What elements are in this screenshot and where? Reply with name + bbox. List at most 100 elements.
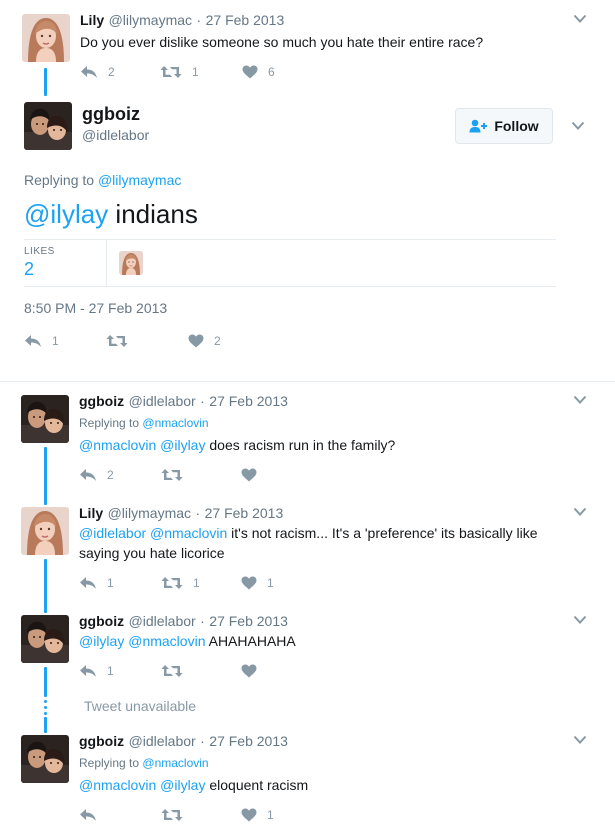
- mention-link[interactable]: @ilylay: [160, 437, 205, 453]
- author-name[interactable]: ggboiz: [82, 104, 140, 125]
- retweet-button[interactable]: 1: [160, 65, 242, 79]
- retweet-icon: [161, 576, 183, 590]
- author-name[interactable]: ggboiz: [79, 393, 124, 409]
- author-handle[interactable]: @idlelabor: [82, 127, 149, 143]
- separator: ·: [200, 733, 205, 749]
- retweet-icon: [161, 808, 183, 822]
- reply-count: 2: [107, 468, 114, 482]
- separator: ·: [200, 393, 205, 409]
- retweet-button[interactable]: [161, 808, 241, 822]
- chevron-down-icon[interactable]: [573, 735, 587, 745]
- author-name[interactable]: Lily: [79, 505, 103, 521]
- avatar[interactable]: [21, 735, 69, 783]
- retweet-button[interactable]: [161, 468, 241, 482]
- author-name[interactable]: ggboiz: [79, 733, 124, 749]
- author-name[interactable]: Lily: [80, 12, 104, 28]
- chevron-down-icon[interactable]: [573, 615, 587, 625]
- reply-count: 1: [107, 576, 114, 590]
- main-tweet-text: @ilylay indians: [24, 198, 198, 230]
- tweet-line-2: saying you hate licorice: [79, 545, 225, 561]
- tweet-actions: 1 2: [24, 331, 221, 351]
- tweet-body: AHAHAHAHA: [208, 633, 296, 649]
- tweet-date[interactable]: 27 Feb 2013: [209, 613, 288, 629]
- retweet-count: 1: [193, 576, 200, 590]
- reply-button[interactable]: 1: [79, 576, 161, 590]
- like-count: 6: [268, 65, 275, 79]
- tweet-date[interactable]: 27 Feb 2013: [206, 12, 285, 28]
- replying-mention[interactable]: @nmaclovin: [142, 756, 208, 770]
- like-button[interactable]: [241, 468, 257, 482]
- likes-label: LIKES: [24, 246, 55, 257]
- author-handle[interactable]: @lilymaymac: [108, 505, 191, 521]
- section-divider: [0, 381, 615, 382]
- thread-line: [44, 68, 47, 96]
- thread-dot: [44, 712, 47, 715]
- reply-icon: [80, 65, 98, 79]
- author-name[interactable]: ggboiz: [79, 613, 124, 629]
- author-handle[interactable]: @idlelabor: [129, 393, 196, 409]
- avatar[interactable]: [21, 507, 69, 555]
- tweet-text: indians: [115, 199, 198, 229]
- reply-button[interactable]: 2: [80, 65, 160, 79]
- thread-dot: [44, 700, 47, 703]
- replying-label: Replying to: [79, 416, 140, 430]
- like-button[interactable]: 1: [241, 576, 274, 590]
- reply-button[interactable]: [79, 808, 161, 822]
- reply-button[interactable]: 1: [24, 334, 106, 348]
- author-handle[interactable]: @idlelabor: [129, 733, 196, 749]
- tweet-header: Lily @lilymaymac · 27 Feb 2013: [79, 505, 283, 523]
- reply-button[interactable]: 2: [79, 468, 161, 482]
- tweet-actions: 1 1 1: [79, 573, 274, 593]
- like-button[interactable]: [241, 664, 257, 678]
- mention-link[interactable]: @nmaclovin: [79, 437, 156, 453]
- replying-to: Replying to @lilymaymac: [24, 172, 181, 188]
- retweet-icon: [160, 65, 182, 79]
- mention-link[interactable]: @ilylay: [160, 777, 205, 793]
- chevron-down-icon[interactable]: [573, 14, 587, 24]
- chevron-down-icon[interactable]: [573, 395, 587, 405]
- mention-link[interactable]: @ilylay: [24, 199, 108, 229]
- tweet-date[interactable]: 27 Feb 2013: [209, 733, 288, 749]
- retweet-icon: [106, 334, 128, 348]
- tweet-date[interactable]: 27 Feb 2013: [205, 505, 284, 521]
- avatar[interactable]: [21, 615, 69, 663]
- replying-to: Replying to @nmaclovin: [79, 416, 209, 430]
- tweet-body: does racism run in the family?: [209, 437, 396, 453]
- replying-label: Replying to: [79, 756, 140, 770]
- liker-avatar[interactable]: [119, 251, 143, 275]
- tweet-actions: 1: [79, 661, 257, 681]
- retweet-count: 1: [192, 65, 199, 79]
- author-handle[interactable]: @lilymaymac: [109, 12, 192, 28]
- tweet-date[interactable]: 27 Feb 2013: [209, 393, 288, 409]
- mention-link[interactable]: @nmaclovin: [128, 633, 205, 649]
- like-button[interactable]: 6: [242, 65, 275, 79]
- reply-count: 1: [52, 334, 59, 348]
- avatar[interactable]: [22, 14, 70, 62]
- tweet-timestamp[interactable]: 8:50 PM - 27 Feb 2013: [24, 300, 167, 316]
- replying-mention[interactable]: @nmaclovin: [142, 416, 208, 430]
- avatar[interactable]: [21, 395, 69, 443]
- tweet-text: @ilylay @nmaclovin AHAHAHAHA: [79, 631, 296, 651]
- mention-link[interactable]: @idlelabor: [79, 525, 146, 541]
- avatar[interactable]: [24, 102, 72, 150]
- chevron-down-icon[interactable]: [571, 121, 585, 131]
- mention-link[interactable]: @ilylay: [79, 633, 124, 649]
- reply-button[interactable]: 1: [79, 664, 161, 678]
- replying-mention[interactable]: @lilymaymac: [98, 172, 181, 188]
- mention-link[interactable]: @nmaclovin: [79, 777, 156, 793]
- author-handle[interactable]: @idlelabor: [129, 613, 196, 629]
- retweet-button[interactable]: 1: [161, 576, 241, 590]
- retweet-button[interactable]: [161, 664, 241, 678]
- like-button[interactable]: 2: [188, 334, 221, 348]
- retweet-button[interactable]: [106, 334, 188, 348]
- reply-icon: [24, 334, 42, 348]
- heart-icon: [241, 468, 257, 482]
- replying-to: Replying to @nmaclovin: [79, 756, 209, 770]
- heart-icon: [241, 808, 257, 822]
- follow-button[interactable]: Follow: [455, 108, 553, 144]
- likes-count[interactable]: 2: [24, 259, 34, 280]
- mention-link[interactable]: @nmaclovin: [150, 525, 227, 541]
- replying-label: Replying to: [24, 172, 95, 188]
- chevron-down-icon[interactable]: [573, 507, 587, 517]
- like-button[interactable]: 1: [241, 808, 274, 822]
